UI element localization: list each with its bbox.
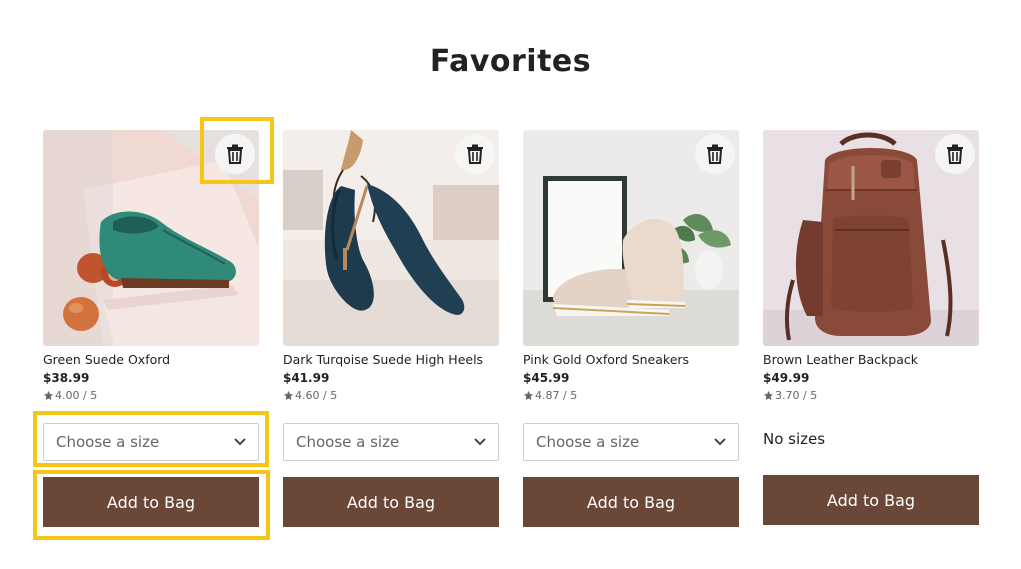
product-name[interactable]: Dark Turqoise Suede High Heels [283,352,499,367]
remove-favorite-button[interactable] [215,134,255,174]
product-price: $41.99 [283,371,330,385]
rating-value: 4.60 / 5 [295,389,338,402]
add-to-bag-button[interactable]: Add to Bag [43,477,259,527]
favorites-page: Favorites Green Suede Oxford $38.99 4.00… [0,0,1021,569]
size-placeholder: Choose a size [56,433,160,451]
star-icon [763,390,774,401]
size-dropdown[interactable]: Choose a size [283,423,499,461]
trash-icon [947,144,963,164]
product-name[interactable]: Green Suede Oxford [43,352,259,367]
product-rating: 4.87 / 5 [523,389,739,402]
page-title: Favorites [429,44,592,79]
trash-icon [227,144,243,164]
product-name[interactable]: Pink Gold Oxford Sneakers [523,352,739,367]
chevron-down-icon [714,438,726,446]
star-icon [283,390,294,401]
product-image[interactable] [43,130,259,346]
product-price: $49.99 [763,371,810,385]
product-rating: 4.00 / 5 [43,389,259,402]
no-sizes-label: No sizes [763,430,826,448]
product-card: Dark Turqoise Suede High Heels $41.99 4.… [283,130,499,527]
size-dropdown[interactable]: Choose a size [523,423,739,461]
product-name[interactable]: Brown Leather Backpack [763,352,979,367]
size-placeholder: Choose a size [296,433,400,451]
product-image[interactable] [763,130,979,346]
trash-icon [707,144,723,164]
product-price: $45.99 [523,371,570,385]
star-icon [523,390,534,401]
add-to-bag-button[interactable]: Add to Bag [763,475,979,525]
product-card: Pink Gold Oxford Sneakers $45.99 4.87 / … [523,130,739,527]
rating-value: 3.70 / 5 [775,389,818,402]
product-card: Green Suede Oxford $38.99 4.00 / 5 Choos… [43,130,259,527]
product-image[interactable] [283,130,499,346]
remove-favorite-button[interactable] [695,134,735,174]
product-card: Brown Leather Backpack $49.99 3.70 / 5 N… [763,130,979,525]
remove-favorite-button[interactable] [935,134,975,174]
chevron-down-icon [234,438,246,446]
chevron-down-icon [474,438,486,446]
product-rating: 3.70 / 5 [763,389,979,402]
trash-icon [467,144,483,164]
product-price: $38.99 [43,371,90,385]
rating-value: 4.00 / 5 [55,389,98,402]
product-image[interactable] [523,130,739,346]
size-dropdown[interactable]: Choose a size [43,423,259,461]
remove-favorite-button[interactable] [455,134,495,174]
product-rating: 4.60 / 5 [283,389,499,402]
add-to-bag-button[interactable]: Add to Bag [283,477,499,527]
size-placeholder: Choose a size [536,433,640,451]
rating-value: 4.87 / 5 [535,389,578,402]
star-icon [43,390,54,401]
add-to-bag-button[interactable]: Add to Bag [523,477,739,527]
